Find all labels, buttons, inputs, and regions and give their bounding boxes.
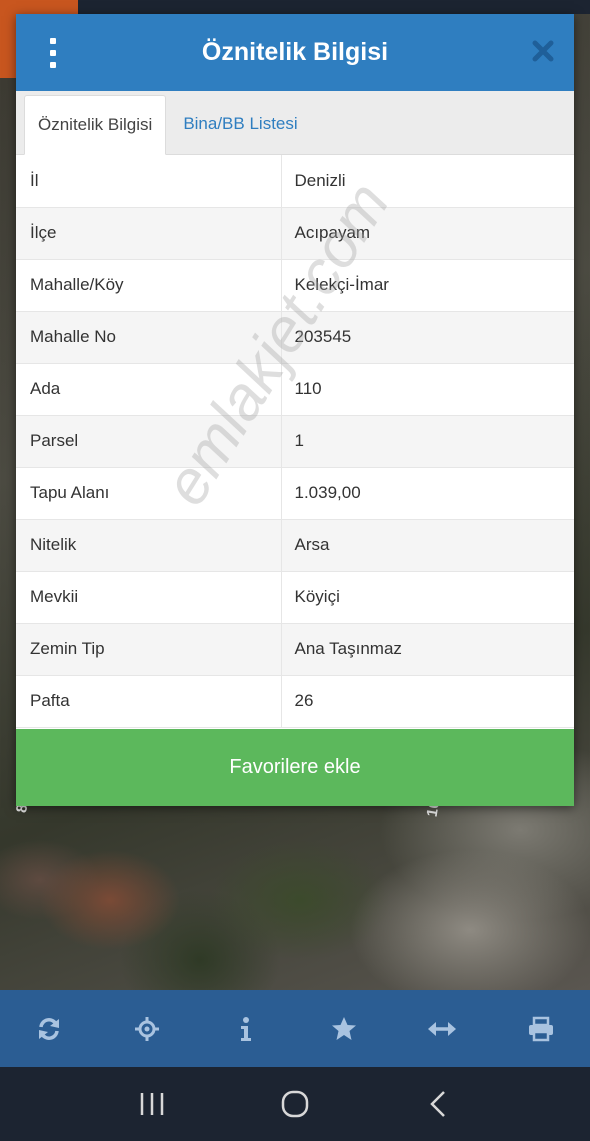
dialog-title: Öznitelik Bilgisi	[201, 38, 389, 66]
map-toolbar	[0, 990, 590, 1067]
row-value: 110	[281, 363, 574, 416]
star-icon[interactable]	[314, 999, 374, 1059]
row-value: Arsa	[281, 519, 574, 572]
back-icon[interactable]	[408, 1074, 468, 1134]
print-icon[interactable]	[511, 999, 571, 1059]
row-key: Mevkii	[16, 571, 282, 624]
row-key: Tapu Alanı	[16, 467, 282, 520]
table-row: Ada 110	[16, 363, 574, 416]
table-row: Mahalle No 203545	[16, 311, 574, 364]
table-row: Tapu Alanı 1.039,00	[16, 467, 574, 520]
row-value: Kelekçi-İmar	[281, 259, 574, 312]
row-key: Ada	[16, 363, 282, 416]
row-value: 1	[281, 415, 574, 468]
attribute-dialog: Öznitelik Bilgisi Öznitelik Bilgisi Bina…	[16, 14, 574, 806]
table-row: Zemin Tip Ana Taşınmaz	[16, 623, 574, 676]
dialog-tabs: Öznitelik Bilgisi Bina/BB Listesi	[16, 91, 574, 155]
measure-icon[interactable]	[412, 999, 472, 1059]
tab-building-list[interactable]: Bina/BB Listesi	[166, 94, 310, 154]
table-row: Mahalle/Köy Kelekçi-İmar	[16, 259, 574, 312]
info-icon[interactable]	[216, 999, 276, 1059]
refresh-icon[interactable]	[19, 999, 79, 1059]
row-value: Ana Taşınmaz	[281, 623, 574, 676]
dialog-header: Öznitelik Bilgisi	[16, 14, 574, 91]
close-icon[interactable]	[532, 40, 554, 62]
home-icon[interactable]	[265, 1074, 325, 1134]
add-to-favorites-button[interactable]: Favorilere ekle	[16, 729, 574, 806]
attribute-table: İl Denizli İlçe Acıpayam Mahalle/Köy Kel…	[16, 155, 574, 728]
row-key: Pafta	[16, 675, 282, 728]
row-key: Mahalle/Köy	[16, 259, 282, 312]
locate-icon[interactable]	[117, 999, 177, 1059]
row-value: 203545	[281, 311, 574, 364]
row-key: Zemin Tip	[16, 623, 282, 676]
table-row: Pafta 26	[16, 675, 574, 728]
row-value: Köyiçi	[281, 571, 574, 624]
row-key: İl	[16, 155, 282, 208]
row-key: Mahalle No	[16, 311, 282, 364]
row-value: 1.039,00	[281, 467, 574, 520]
row-key: Parsel	[16, 415, 282, 468]
table-row: İlçe Acıpayam	[16, 207, 574, 260]
table-row: Nitelik Arsa	[16, 519, 574, 572]
table-row: Parsel 1	[16, 415, 574, 468]
recent-apps-icon[interactable]	[122, 1074, 182, 1134]
system-navigation-bar	[0, 1067, 590, 1141]
table-row: İl Denizli	[16, 155, 574, 208]
map-top-strip	[78, 0, 590, 14]
row-value: Denizli	[281, 155, 574, 208]
table-row: Mevkii Köyiçi	[16, 571, 574, 624]
row-key: İlçe	[16, 207, 282, 260]
row-key: Nitelik	[16, 519, 282, 572]
vertical-dots-icon[interactable]	[47, 38, 59, 68]
row-value: 26	[281, 675, 574, 728]
tab-attribute-info[interactable]: Öznitelik Bilgisi	[24, 95, 167, 155]
row-value: Acıpayam	[281, 207, 574, 260]
